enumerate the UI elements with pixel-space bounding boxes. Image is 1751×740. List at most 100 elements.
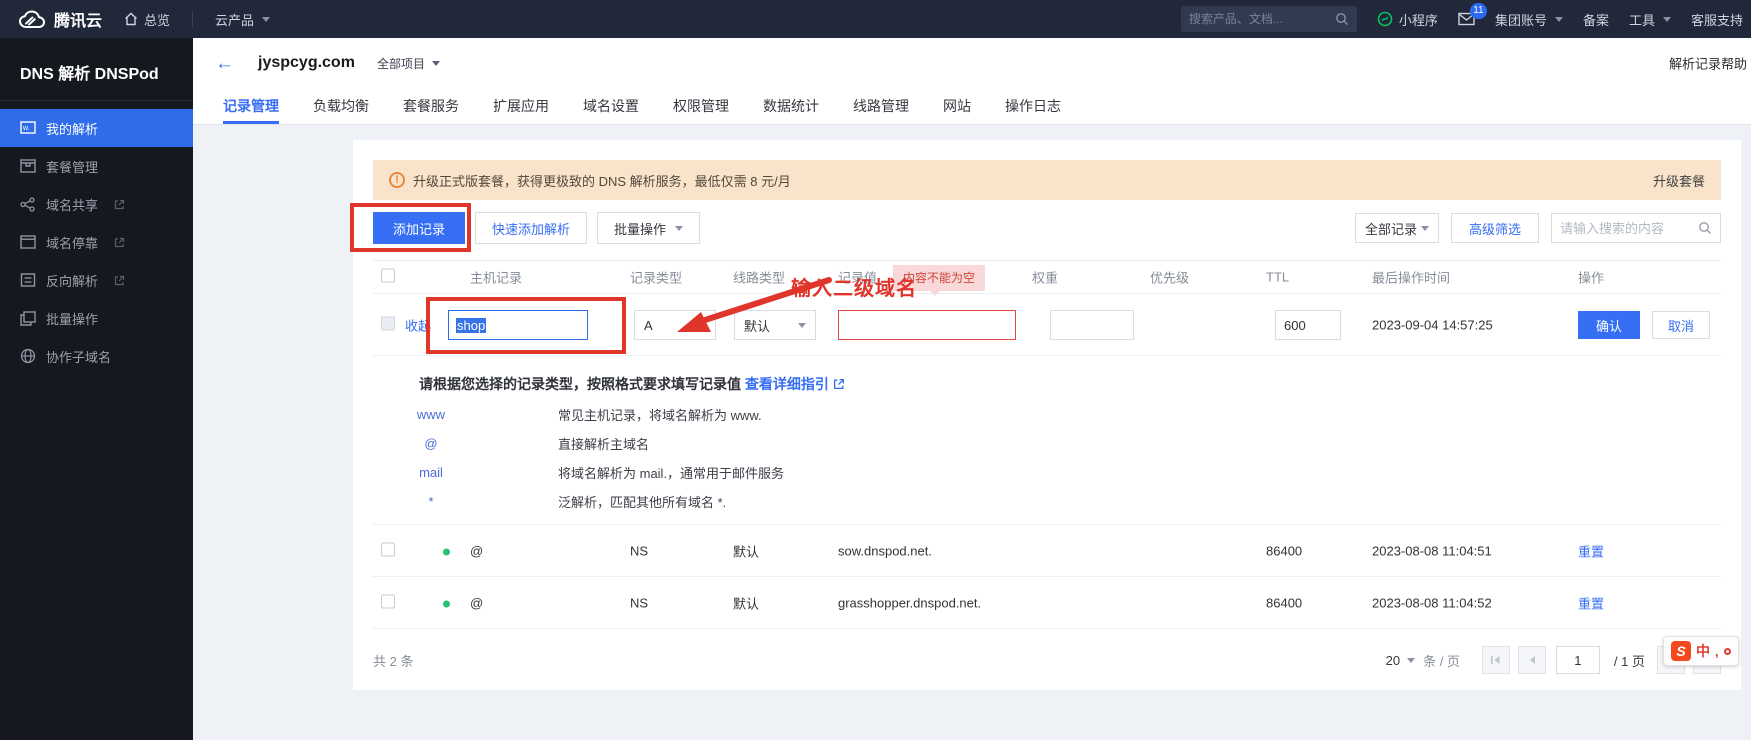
global-search-input[interactable] xyxy=(1189,12,1335,26)
record-type-value: A xyxy=(644,318,653,333)
record-filter-label: 全部记录 xyxy=(1365,219,1417,238)
prev-page-icon xyxy=(1528,655,1536,665)
nav-miniprogram-label: 小程序 xyxy=(1399,10,1438,29)
page-header: ← jyspcyg.com 全部项目 解析记录帮助 xyxy=(193,38,1751,88)
brand-name: 腾讯云 xyxy=(54,7,102,31)
batch-operations-button[interactable]: 批量操作 xyxy=(597,212,700,244)
sidebar-item-my-resolution[interactable]: w. 我的解析 xyxy=(0,109,193,147)
ime-fullwidth-icon[interactable] xyxy=(1724,648,1731,655)
per-page-label: 条 / 页 xyxy=(1423,651,1460,670)
collapse-link[interactable]: 收起 xyxy=(405,315,431,334)
chevron-down-icon xyxy=(1421,226,1429,231)
tab-extended-apps[interactable]: 扩展应用 xyxy=(493,88,549,124)
help-key[interactable]: * xyxy=(395,494,467,509)
row-checkbox[interactable] xyxy=(381,316,395,330)
cancel-button[interactable]: 取消 xyxy=(1652,311,1710,339)
record-search[interactable] xyxy=(1551,213,1721,243)
nav-group-account-label: 集团账号 xyxy=(1495,10,1547,29)
current-page-input[interactable] xyxy=(1556,646,1600,674)
add-record-button[interactable]: 添加记录 xyxy=(373,212,465,244)
tab-data-statistics[interactable]: 数据统计 xyxy=(763,88,819,124)
nav-messages[interactable]: 11 xyxy=(1458,12,1475,26)
tab-line-management[interactable]: 线路管理 xyxy=(853,88,909,124)
sidebar-item-domain-parking[interactable]: 域名停靠 xyxy=(0,223,193,261)
sidebar: DNS 解析 DNSPod w. 我的解析 套餐管理 域名共享 域名停靠 xyxy=(0,38,193,740)
weight-input[interactable] xyxy=(1050,310,1134,340)
tab-operation-log[interactable]: 操作日志 xyxy=(1005,88,1061,124)
chevron-down-icon xyxy=(798,323,806,328)
host-record-input[interactable]: shop xyxy=(448,310,588,340)
detailed-guide-link[interactable]: 查看详细指引 xyxy=(745,376,829,392)
nav-beian[interactable]: 备案 xyxy=(1583,10,1609,29)
home-icon xyxy=(124,12,138,26)
help-row-wildcard: * 泛解析，匹配其他所有域名 *. xyxy=(373,492,1721,510)
record-value-input[interactable] xyxy=(838,310,1016,340)
nav-miniprogram[interactable]: 小程序 xyxy=(1377,10,1438,29)
nav-tools[interactable]: 工具 xyxy=(1629,10,1671,29)
tab-domain-settings[interactable]: 域名设置 xyxy=(583,88,639,124)
tab-permission-management[interactable]: 权限管理 xyxy=(673,88,729,124)
help-key[interactable]: @ xyxy=(395,436,467,451)
record-filter-select[interactable]: 全部记录 xyxy=(1355,213,1439,243)
cloud-logo-icon xyxy=(18,10,46,29)
tab-record-management[interactable]: 记录管理 xyxy=(223,88,279,124)
help-row-at: @ 直接解析主域名 xyxy=(373,434,1721,452)
sidebar-item-batch-operations[interactable]: 批量操作 xyxy=(0,299,193,337)
row-line: 默认 xyxy=(733,593,759,612)
tab-website[interactable]: 网站 xyxy=(943,88,971,124)
sidebar-item-label: 域名共享 xyxy=(46,195,98,214)
ttl-input[interactable] xyxy=(1275,310,1341,340)
row-checkbox[interactable] xyxy=(381,542,395,556)
row-checkbox[interactable] xyxy=(381,594,395,608)
sidebar-item-package-management[interactable]: 套餐管理 xyxy=(0,147,193,185)
chevron-down-icon xyxy=(698,323,706,328)
help-key[interactable]: mail xyxy=(395,465,467,480)
quick-add-button[interactable]: 快速添加解析 xyxy=(475,212,587,244)
upgrade-package-link[interactable]: 升级套餐 xyxy=(1653,171,1705,190)
tab-package-service[interactable]: 套餐服务 xyxy=(403,88,459,124)
confirm-button[interactable]: 确认 xyxy=(1578,311,1640,339)
reset-link[interactable]: 重置 xyxy=(1578,541,1604,560)
nav-cloud-products[interactable]: 云产品 xyxy=(215,10,270,29)
help-desc: 常见主机记录，将域名解析为 www. xyxy=(558,405,762,424)
first-page-icon xyxy=(1490,655,1501,665)
select-all-checkbox[interactable] xyxy=(381,269,395,283)
first-page-button[interactable] xyxy=(1482,646,1510,674)
nav-overview[interactable]: 总览 xyxy=(124,10,170,29)
package-icon xyxy=(20,159,36,173)
tencent-cloud-logo[interactable]: 腾讯云 xyxy=(18,7,102,31)
help-desc: 将域名解析为 mail.，通常用于邮件服务 xyxy=(558,463,784,482)
ime-language-indicator[interactable]: 中 xyxy=(1696,641,1710,661)
nav-support[interactable]: 客服支持 xyxy=(1691,10,1743,29)
external-link-icon xyxy=(833,378,845,390)
global-search[interactable] xyxy=(1181,6,1357,32)
tab-load-balancing[interactable]: 负载均衡 xyxy=(313,88,369,124)
line-type-select[interactable]: 默认 xyxy=(734,310,816,340)
column-header-line: 线路类型 xyxy=(733,268,785,287)
page-size-select[interactable]: 20 xyxy=(1386,653,1415,668)
nav-support-label: 客服支持 xyxy=(1691,10,1743,29)
sidebar-item-domain-sharing[interactable]: 域名共享 xyxy=(0,185,193,223)
ime-punctuation-icon[interactable]: , xyxy=(1715,644,1719,659)
project-filter-select[interactable]: 全部项目 xyxy=(377,55,440,72)
help-key[interactable]: www xyxy=(395,407,467,422)
external-link-icon xyxy=(114,237,125,248)
sidebar-item-reverse-resolution[interactable]: 反向解析 xyxy=(0,261,193,299)
record-type-select[interactable]: A xyxy=(634,310,716,340)
nav-group-account[interactable]: 集团账号 xyxy=(1495,10,1563,29)
row-time: 2023-08-08 11:04:51 xyxy=(1372,543,1492,558)
sidebar-item-collaborative-subdomain[interactable]: 协作子域名 xyxy=(0,337,193,375)
chevron-down-icon xyxy=(1663,17,1671,22)
row-host: @ xyxy=(470,543,483,558)
column-header-action: 操作 xyxy=(1578,268,1604,287)
reset-link[interactable]: 重置 xyxy=(1578,593,1604,612)
sogou-ime-logo-icon[interactable]: S xyxy=(1671,641,1691,661)
record-search-input[interactable] xyxy=(1560,221,1698,236)
advanced-filter-button[interactable]: 高级筛选 xyxy=(1451,213,1539,243)
prev-page-button[interactable] xyxy=(1518,646,1546,674)
total-count: 共 2 条 xyxy=(373,651,413,670)
back-arrow-icon[interactable]: ← xyxy=(215,54,234,73)
chevron-down-icon xyxy=(675,226,683,231)
record-help-link[interactable]: 解析记录帮助 xyxy=(1669,54,1747,73)
message-count-badge: 11 xyxy=(1470,3,1487,19)
